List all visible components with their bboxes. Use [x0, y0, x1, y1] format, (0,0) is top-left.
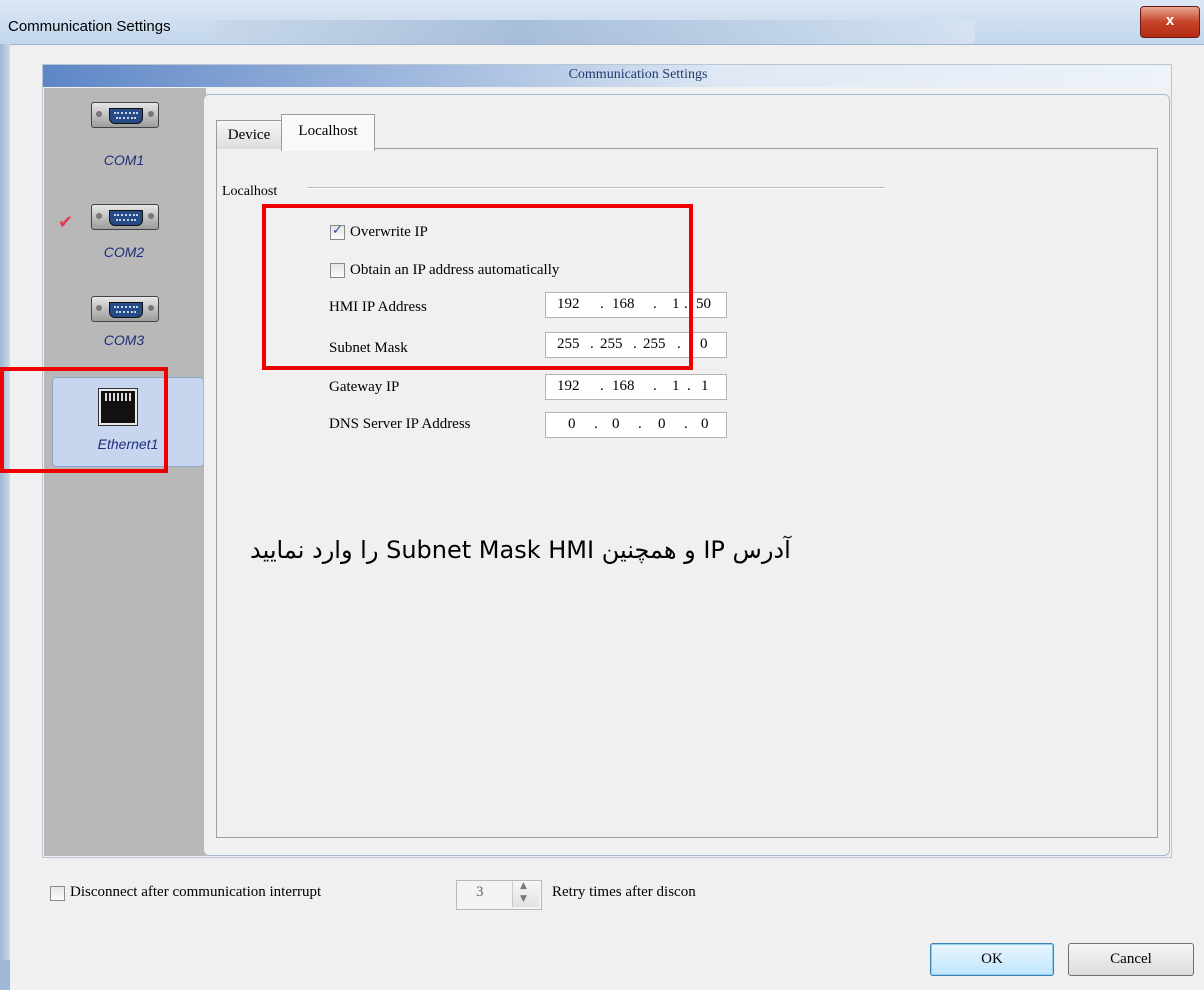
panel-header-title: Communication Settings: [568, 67, 708, 82]
dns-server-ip-label: DNS Server IP Address: [329, 416, 471, 432]
sidebar-item-com3[interactable]: COM3: [44, 288, 204, 378]
close-button[interactable]: x: [1140, 6, 1200, 38]
check-mark-icon: ✔: [58, 212, 74, 233]
ip-octet[interactable]: 0: [701, 416, 709, 433]
serial-port-icon: [91, 296, 159, 322]
window-edge: [0, 960, 10, 990]
gateway-ip-input[interactable]: 192 . 168 . 1 . 1: [545, 374, 727, 400]
disconnect-label: Disconnect after communication interrupt: [70, 884, 322, 900]
window-left-border: [0, 44, 10, 990]
cancel-button[interactable]: Cancel: [1068, 943, 1194, 976]
ip-octet[interactable]: 1: [701, 378, 709, 395]
group-label-localhost: Localhost: [222, 184, 278, 199]
gateway-ip-label: Gateway IP: [329, 379, 400, 395]
ip-octet[interactable]: 168: [612, 378, 635, 395]
ip-dot: .: [638, 416, 642, 432]
ip-dot: .: [653, 378, 657, 394]
ip-dot: .: [687, 378, 691, 394]
ip-octet[interactable]: 0: [700, 336, 708, 353]
ip-dot: .: [600, 378, 604, 394]
tab-localhost[interactable]: Localhost: [281, 114, 375, 151]
highlight-box-ip-settings: [262, 204, 693, 370]
ok-button[interactable]: OK: [930, 943, 1054, 976]
instruction-note: آدرس IP و همچنین Subnet Mask HMI را وارد…: [250, 536, 791, 564]
title-bar-background: [215, 20, 975, 44]
dns-server-ip-input[interactable]: 0 . 0 . 0 . 0: [545, 412, 727, 438]
disconnect-checkbox[interactable]: [50, 886, 65, 901]
sidebar-item-label: COM1: [103, 152, 145, 168]
ip-octet[interactable]: 0: [612, 416, 620, 433]
retry-times-value[interactable]: 3: [476, 884, 484, 901]
ip-dot: .: [684, 416, 688, 432]
sidebar-item-label: COM2: [103, 244, 145, 260]
ip-octet[interactable]: 0: [568, 416, 576, 433]
ip-octet[interactable]: 50: [696, 296, 711, 313]
ip-octet[interactable]: 192: [557, 378, 580, 395]
ip-octet[interactable]: 1: [672, 378, 680, 395]
highlight-box-ethernet: [0, 367, 168, 473]
sidebar-item-label: COM3: [103, 332, 145, 348]
retry-times-label: Retry times after discon: [552, 884, 696, 900]
ip-octet[interactable]: 0: [658, 416, 666, 433]
ip-dot: .: [594, 416, 598, 432]
window-title: Communication Settings: [8, 18, 171, 35]
tab-device[interactable]: Device: [216, 120, 282, 149]
sidebar-item-com2[interactable]: ✔ COM2: [44, 200, 204, 290]
sidebar-item-com1[interactable]: COM1: [44, 102, 204, 192]
serial-port-icon: [91, 102, 159, 128]
group-divider: [308, 187, 884, 189]
stepper-up-icon[interactable]: ▲: [520, 881, 527, 891]
serial-port-icon: [91, 204, 159, 230]
stepper-down-icon[interactable]: ▼: [520, 894, 527, 904]
